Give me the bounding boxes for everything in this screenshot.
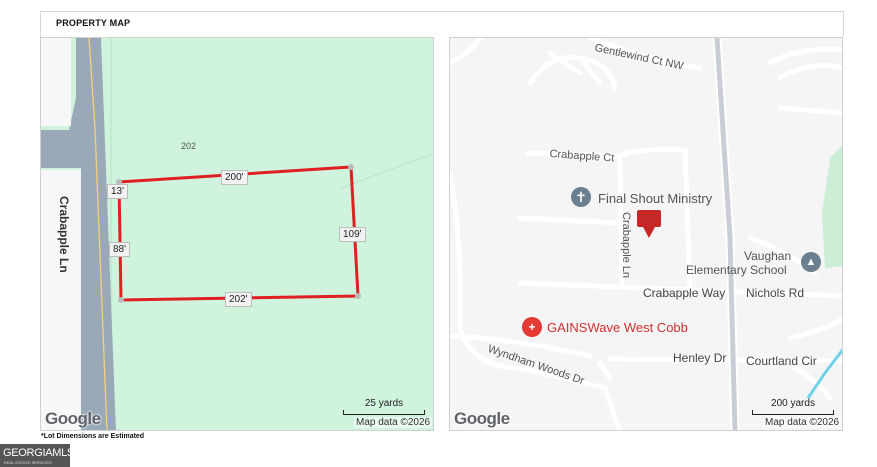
street-crabapple-ln: Crabapple Ln <box>620 212 632 279</box>
scale-bar: 200 yards <box>752 398 834 415</box>
minor-streets <box>450 38 842 430</box>
scale-label: 25 yards <box>364 398 404 409</box>
cross-icon[interactable]: ✝ <box>571 187 591 207</box>
location-pin-icon <box>637 210 661 238</box>
lot-boundary <box>117 165 360 302</box>
road-label: Crabapple Ln <box>57 196 71 273</box>
dimension-bottom: 202' <box>225 292 252 307</box>
lot-dimensions-footnote: *Lot Dimensions are Estimated <box>41 433 145 440</box>
place-gainswave[interactable]: GAINSWave West Cobb <box>547 320 688 335</box>
page-title: PROPERTY MAP <box>56 18 131 28</box>
map-attribution[interactable]: Map data ©2026 <box>763 417 842 428</box>
brand-name: GEORGIAMLS <box>3 447 74 459</box>
brand-tagline: REAL ESTATE SERVICES <box>4 460 52 465</box>
dimension-left-lower: 88' <box>109 242 131 257</box>
place-school-name-line2[interactable]: Elementary School <box>686 263 787 277</box>
park-area <box>822 145 842 268</box>
georgia-mls-logo: GEORGIAMLS REAL ESTATE SERVICES <box>0 444 74 467</box>
street-nichols-rd: Nichols Rd <box>746 286 805 300</box>
map-attribution[interactable]: Map data ©2026 <box>354 417 433 428</box>
parcel-boundary <box>340 153 433 189</box>
scale-line <box>752 410 834 415</box>
place-school-name-line1[interactable]: Vaughan <box>744 249 791 263</box>
dimension-top: 200' <box>221 170 248 185</box>
lot-number: 202 <box>181 141 197 151</box>
place-final-shout-ministry[interactable]: Final Shout Ministry <box>598 191 712 206</box>
parcel-map-canvas <box>41 38 433 430</box>
medical-icon[interactable]: + <box>522 317 542 337</box>
school-icon[interactable]: ▲ <box>801 252 821 272</box>
scale-label: 200 yards <box>771 398 815 409</box>
scale-bar: 25 yards <box>343 398 425 415</box>
parcel-map[interactable]: 202 Crabapple Ln 200' 202' 109' 13' 88' … <box>40 37 434 431</box>
area-map-canvas <box>450 38 842 430</box>
dimension-right: 109' <box>339 227 366 242</box>
property-map-header: PROPERTY MAP <box>40 11 844 37</box>
google-logo: Google <box>454 409 510 428</box>
street-henley-dr: Henley Dr <box>673 351 727 365</box>
google-logo: Google <box>45 409 101 428</box>
street-crabapple-way: Crabapple Way <box>643 286 726 300</box>
dimension-left-upper: 13' <box>107 184 129 199</box>
scale-line <box>343 410 425 415</box>
street-courtland-cir: Courtland Cir <box>746 354 817 368</box>
area-map[interactable]: Gentlewind Ct NW Crabapple Ct Crabapple … <box>449 37 843 431</box>
